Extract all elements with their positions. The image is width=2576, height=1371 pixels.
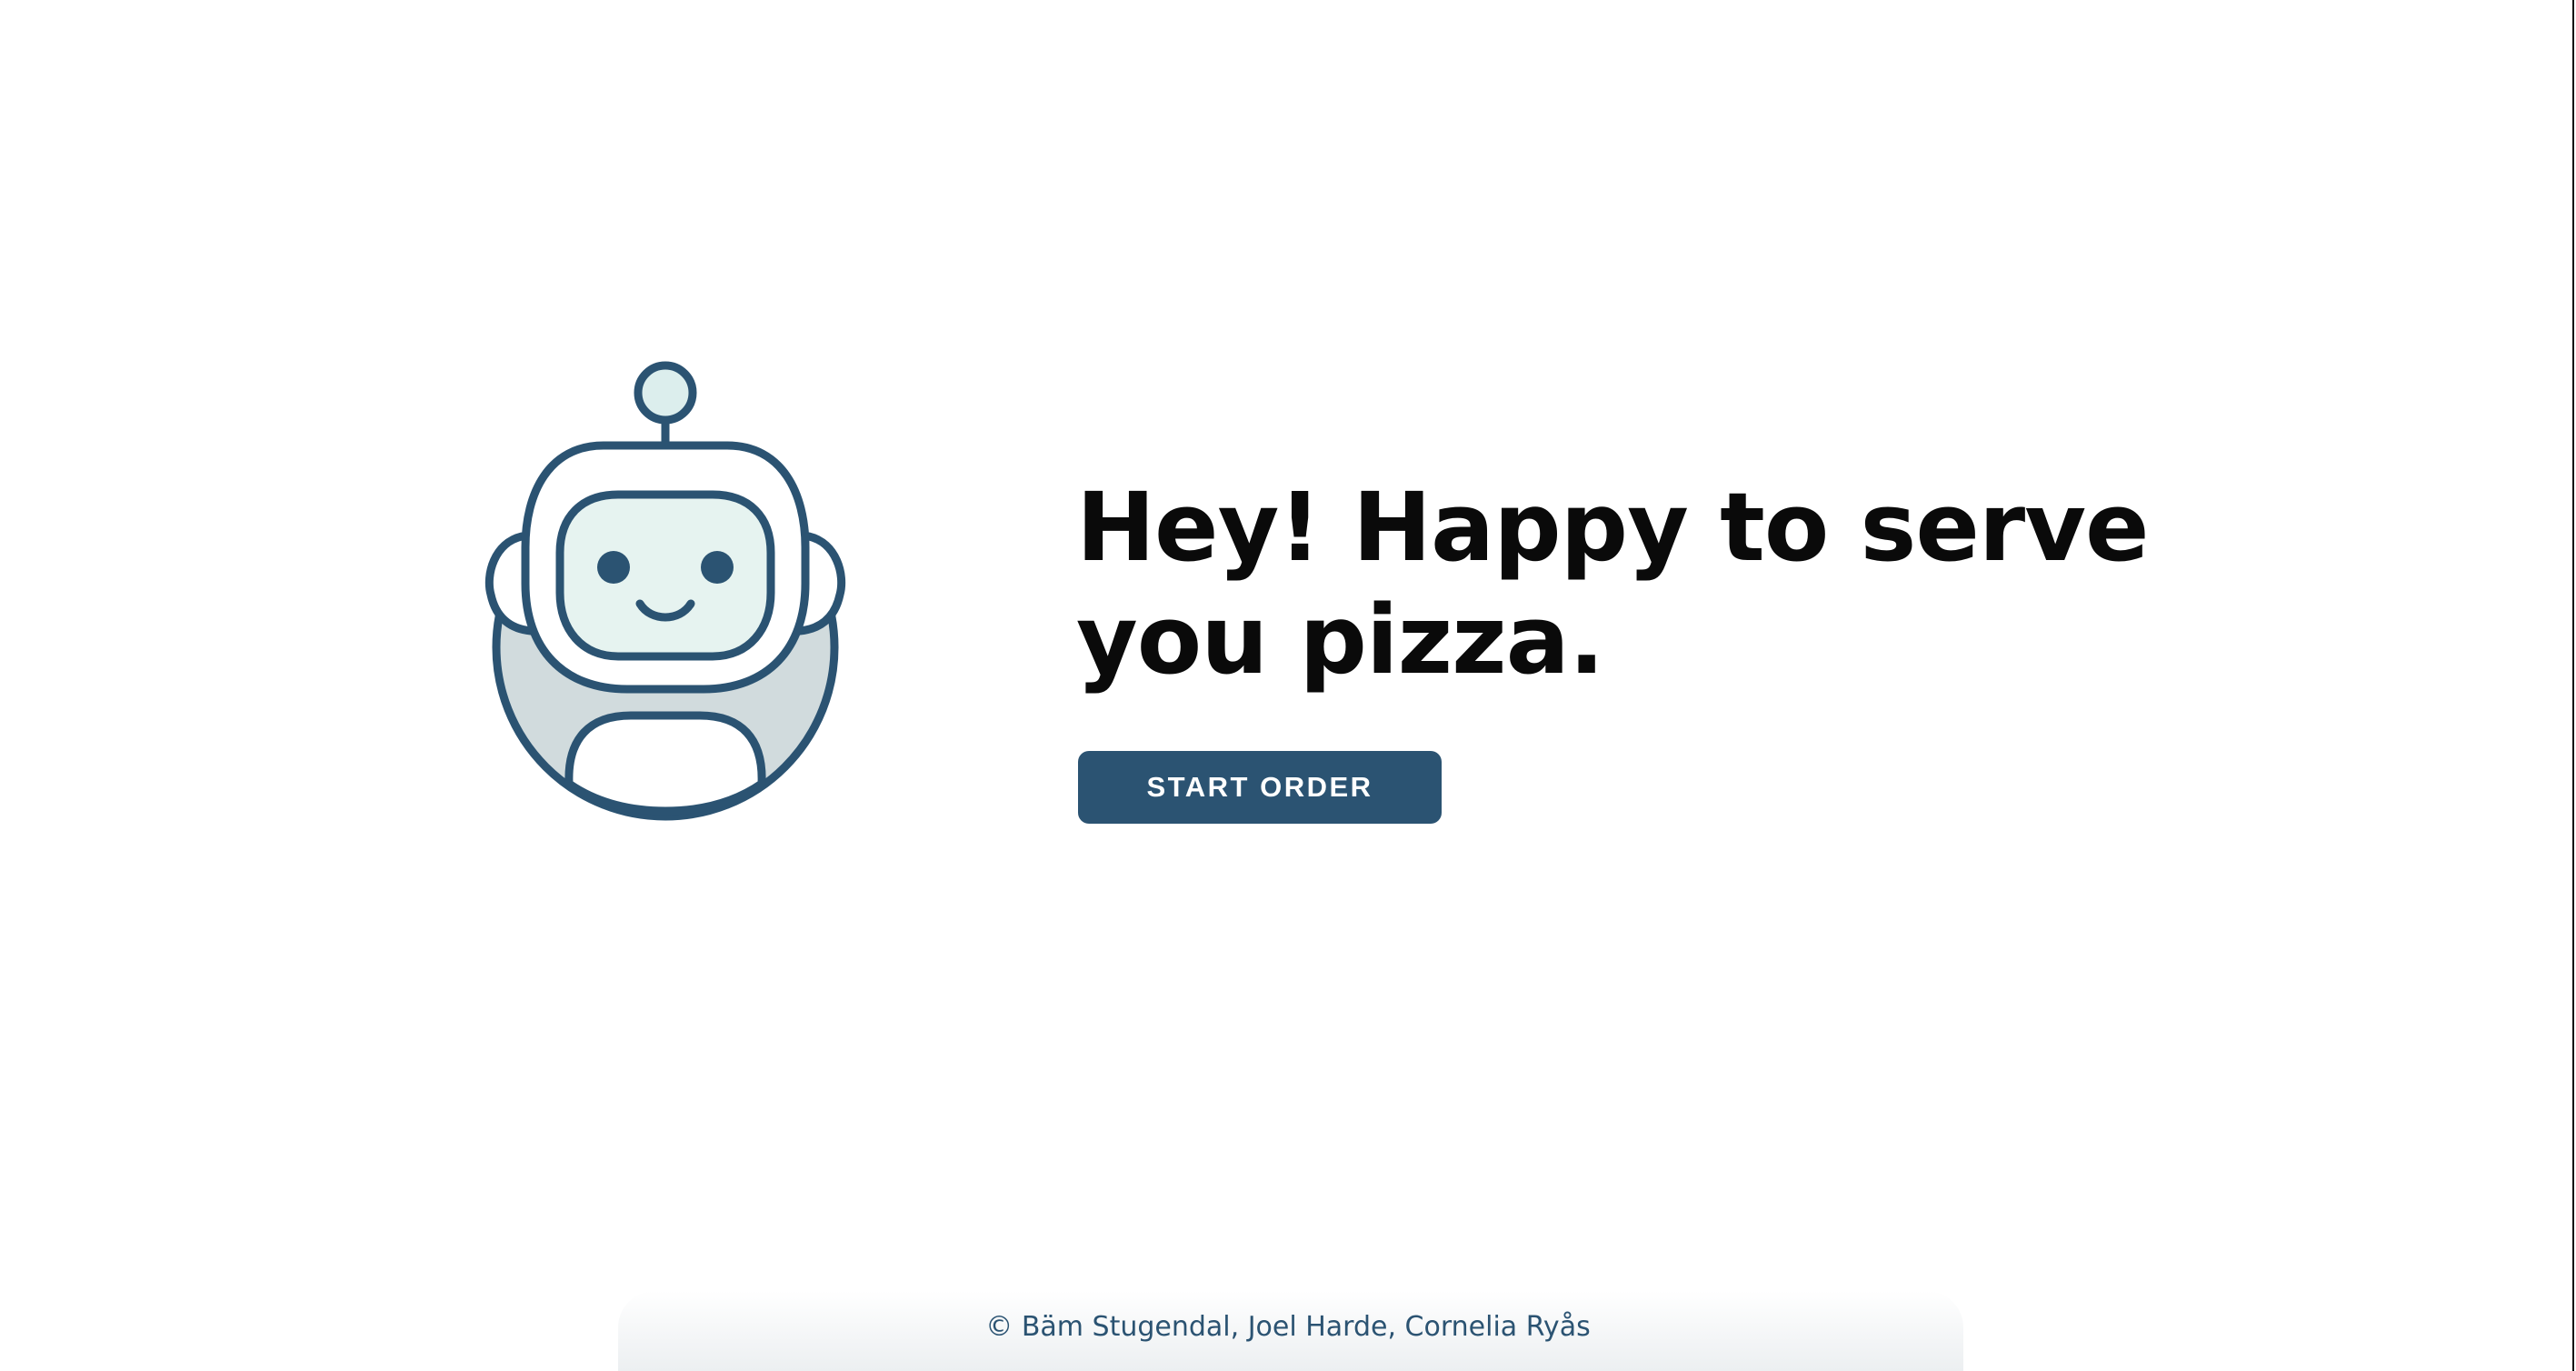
landing-hero: Hey! Happy to serve you pizza. START ORD… [0,0,2576,1371]
copyright-text: © Bäm Stugendal, Joel Harde, Cornelia Ry… [985,1311,1591,1343]
start-order-button[interactable]: START ORDER [1078,751,1442,824]
welcome-headline: Hey! Happy to serve you pizza. [1076,472,2150,696]
robot-icon [484,361,846,821]
